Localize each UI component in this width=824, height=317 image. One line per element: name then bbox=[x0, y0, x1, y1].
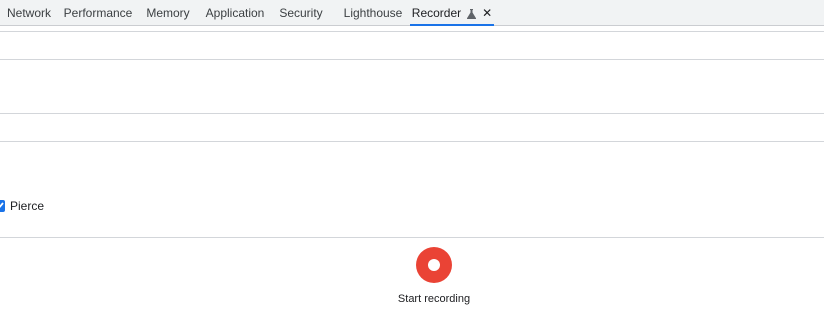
tab-label: Lighthouse bbox=[343, 6, 403, 20]
pierce-label: Pierce bbox=[10, 199, 45, 213]
divider bbox=[0, 59, 824, 60]
tab-label: Network bbox=[6, 6, 51, 20]
tab-label: Application bbox=[205, 6, 265, 20]
tab-label: Recorder bbox=[411, 6, 462, 20]
start-recording-label: Start recording bbox=[397, 293, 471, 305]
tab-label: Memory bbox=[146, 6, 190, 20]
tab-network[interactable]: Network bbox=[0, 0, 58, 26]
tab-label: Security bbox=[279, 6, 323, 20]
close-tab-icon[interactable]: ✕ bbox=[482, 7, 492, 19]
tab-label: Performance bbox=[63, 6, 133, 20]
start-recording-button[interactable] bbox=[416, 247, 452, 283]
divider bbox=[0, 113, 824, 114]
record-icon bbox=[428, 259, 440, 271]
experiment-flask-icon bbox=[467, 8, 477, 19]
divider bbox=[0, 31, 824, 32]
tab-performance[interactable]: Performance bbox=[58, 0, 138, 26]
tab-lighthouse[interactable]: Lighthouse bbox=[336, 0, 410, 26]
tab-security[interactable]: Security bbox=[272, 0, 330, 26]
pierce-checkbox[interactable] bbox=[0, 200, 5, 212]
pierce-checkbox-row[interactable]: Pierce bbox=[0, 199, 44, 213]
devtools-tab-bar: Network Performance Memory Application S… bbox=[0, 0, 824, 26]
tab-memory[interactable]: Memory bbox=[138, 0, 198, 26]
tab-application[interactable]: Application bbox=[198, 0, 272, 26]
tab-recorder[interactable]: Recorder ✕ bbox=[410, 0, 494, 26]
divider bbox=[0, 237, 824, 238]
divider bbox=[0, 141, 824, 142]
